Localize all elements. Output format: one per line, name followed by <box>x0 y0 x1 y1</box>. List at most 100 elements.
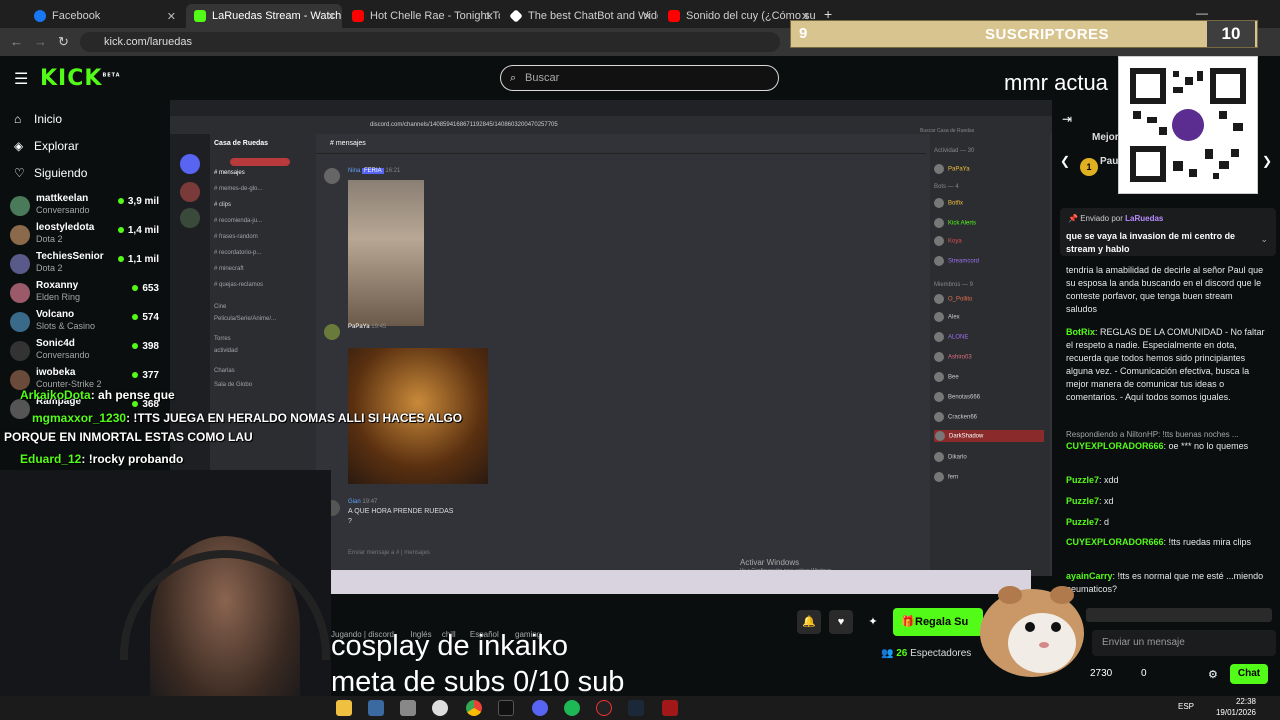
obs-icon[interactable] <box>432 700 448 716</box>
member[interactable]: ALONE <box>934 332 968 342</box>
tab-hot-chelle-rae[interactable]: Hot Chelle Rae - Tonight To ✕ <box>344 4 500 28</box>
sidebar-channel[interactable]: TechiesSenior Dota 2 1,1 mil <box>10 251 165 280</box>
close-tab-icon[interactable]: ✕ <box>643 10 652 23</box>
reload-icon[interactable]: ↻ <box>58 34 69 50</box>
close-tab-icon[interactable]: ✕ <box>327 10 336 23</box>
voice-channel[interactable]: Sala de Globo <box>214 382 314 388</box>
chat-input[interactable]: Enviar un mensaje <box>1092 630 1276 656</box>
dota-icon[interactable] <box>662 700 678 716</box>
language-indicator[interactable]: ESP <box>1178 702 1194 711</box>
sidebar-channel[interactable]: mattkeelan Conversando 3,9 mil <box>10 193 165 222</box>
avatar <box>10 283 30 303</box>
spotify-icon[interactable] <box>564 700 580 716</box>
nav-explorar[interactable]: ◈ Explorar <box>14 139 79 153</box>
chrome-icon[interactable] <box>466 700 482 716</box>
tab-chatbot[interactable]: The best ChatBot and Widgets ✕ <box>502 4 658 28</box>
overlay-line-1: cosplay de inkaiko <box>331 630 568 662</box>
member[interactable]: Benotas666 <box>934 392 980 402</box>
forward-icon[interactable]: → <box>34 34 47 49</box>
close-tab-icon[interactable]: ✕ <box>167 10 176 23</box>
tab-laruedas[interactable]: LaRuedas Stream - Watch Live ✕ <box>186 4 342 28</box>
points-counter[interactable]: 2730 <box>1090 668 1112 679</box>
back-icon[interactable]: ← <box>10 34 23 49</box>
search-discord[interactable]: Buscar Casa de Ruedas <box>920 128 1030 138</box>
member[interactable]: DarkShadow <box>934 430 1044 442</box>
channel-name: leostyledota <box>36 222 95 233</box>
kick-logo[interactable]: KICKBETA <box>40 66 121 91</box>
heart-follow-icon[interactable]: ♥ <box>829 610 853 634</box>
tiktok-icon[interactable] <box>498 700 514 716</box>
bell-icon[interactable]: 🔔 <box>797 610 821 634</box>
member-header: Miembros — 9 <box>934 282 974 288</box>
close-tab-icon[interactable]: ✕ <box>485 10 494 23</box>
sidebar-channel[interactable]: Volcano Slots & Casino 574 <box>10 309 165 338</box>
member[interactable]: PaPaYa <box>934 164 970 174</box>
voice-channel[interactable]: Pelicula/Serie/Anime/... <box>214 316 314 322</box>
chevron-down-icon[interactable]: ⌄ <box>1260 234 1268 245</box>
server-icon <box>180 182 200 202</box>
minimize-icon[interactable]: — <box>1196 6 1208 20</box>
nav-inicio[interactable]: ⌂ Inicio <box>14 112 62 126</box>
member[interactable]: Dikarlo <box>934 452 967 462</box>
viewer-count: 1,4 mil <box>117 225 159 236</box>
channel-item[interactable]: # clips <box>214 202 314 208</box>
member[interactable]: Botfix <box>934 198 963 208</box>
app-icon[interactable] <box>400 700 416 716</box>
member[interactable]: O_Pollito <box>934 294 972 304</box>
member[interactable]: Ashiro03 <box>934 352 972 362</box>
botrix-icon <box>509 9 523 23</box>
chevron-right-icon[interactable]: ❯ <box>1262 154 1272 168</box>
chat-message: Puzzle7: d <box>1066 517 1110 527</box>
channel-item[interactable]: # frases-random <box>214 234 314 240</box>
nav-siguiendo[interactable]: ♡ Siguiendo <box>14 166 87 180</box>
overlay-line-2: meta de subs 0/10 sub <box>331 666 625 698</box>
channel-item[interactable]: # mensajes <box>214 170 314 176</box>
channel-item[interactable]: # minecraft <box>214 266 314 272</box>
channel-item[interactable]: # memes-de-glo... <box>214 186 314 192</box>
server-icon <box>180 208 200 228</box>
app-icon[interactable] <box>596 700 612 716</box>
overlay-chat-line: Eduard_12: !rocky probando <box>20 452 184 466</box>
tab-facebook[interactable]: Facebook ✕ <box>26 4 182 28</box>
sidebar-channel[interactable]: Sonic4d Conversando 398 <box>10 338 165 367</box>
member[interactable]: Kick Alerts <box>934 218 976 228</box>
sidebar-channel[interactable]: leostyledota Dota 2 1,4 mil <box>10 222 165 251</box>
search-input[interactable]: ⌕ Buscar <box>500 65 779 91</box>
hamburger-menu-icon[interactable]: ☰ <box>14 69 28 89</box>
subs-target: 10 <box>1207 21 1255 47</box>
member[interactable]: fern <box>934 472 958 482</box>
overlay-chat-line: ArkaikoDota: ah pense que <box>20 388 175 402</box>
file-explorer-icon[interactable] <box>336 700 352 716</box>
collapse-chat-icon[interactable]: ⇥ <box>1062 112 1072 126</box>
member[interactable]: Cracken66 <box>934 412 977 422</box>
channel-item[interactable]: # quejas-reclamos <box>214 282 314 288</box>
channel-item[interactable]: # recordatorio-p... <box>214 250 314 256</box>
member[interactable]: Bee <box>934 372 959 382</box>
chevron-left-icon[interactable]: ❮ <box>1060 154 1070 168</box>
overlay-chat-line: PORQUE EN INMORTAL ESTAS COMO LAU <box>4 430 253 444</box>
viewer-count: 653 <box>132 283 159 294</box>
message-composer[interactable]: Enviar mensaje a # | mensajes <box>336 544 896 562</box>
channel-item[interactable]: # recomienda-ju... <box>214 218 314 224</box>
chat-send-button[interactable]: Chat <box>1230 664 1268 684</box>
discord-taskbar-icon[interactable] <box>532 700 548 716</box>
sidebar-channel[interactable]: Roxanny Elden Ring 653 <box>10 280 165 309</box>
discord-message-area: # mensajes Nina FERIA 16:21 PaPaYa 19:45… <box>316 134 926 576</box>
emote-row[interactable] <box>1086 608 1272 622</box>
member[interactable]: Streamcord <box>934 256 979 266</box>
clock[interactable]: 22:38 19/01/2026 <box>1200 696 1256 718</box>
voice-channel[interactable]: actividad <box>214 348 314 354</box>
url-field[interactable]: kick.com/laruedas <box>80 32 780 52</box>
member[interactable]: Alex <box>934 312 960 322</box>
viewer-count: 👥 26 Espectadores <box>881 648 972 659</box>
steam-icon[interactable] <box>628 700 644 716</box>
channel-name: TechiesSenior <box>36 251 104 262</box>
chat-message: Puzzle7: xdd <box>1066 475 1119 485</box>
app-icon[interactable] <box>368 700 384 716</box>
subs-title: SUSCRIPTORES <box>984 26 1110 43</box>
category: Charlas <box>214 368 235 374</box>
member[interactable]: Koya <box>934 236 962 246</box>
settings-icon[interactable]: ⚙ <box>1208 668 1218 681</box>
cat-image[interactable] <box>348 180 424 326</box>
sparkle-icon[interactable]: ✦ <box>861 610 885 634</box>
